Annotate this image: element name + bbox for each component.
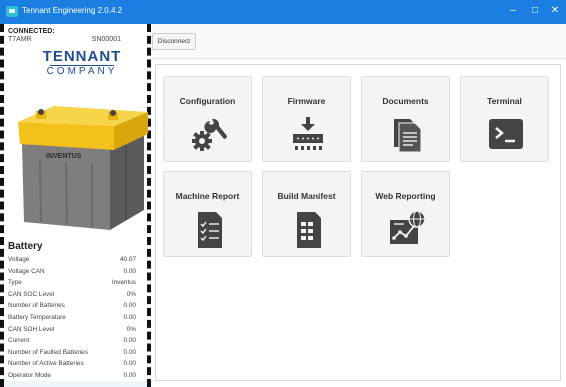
battery-row-number-of-batteries: Number of Batteries 0.00 xyxy=(8,300,136,312)
configuration-tile[interactable]: Configuration xyxy=(163,76,252,162)
title-bar: Tennant Engineering 2.0.4.2 – □ ✕ xyxy=(0,0,566,24)
toolbar xyxy=(151,24,566,59)
row-value: 0.00 xyxy=(123,313,136,321)
chip-download-icon xyxy=(293,117,323,150)
app-window: Tennant Engineering 2.0.4.2 – □ ✕ Discon… xyxy=(0,0,566,387)
tile-label: Firmware xyxy=(287,96,326,106)
battery-section-title: Battery xyxy=(8,241,43,252)
machine-serial: SN00001 xyxy=(91,36,121,43)
app-icon xyxy=(6,6,18,17)
battery-row-can-soh: CAN SOH Level 0% xyxy=(8,324,136,336)
tools-area: Configuration Firmware Documents Termina… xyxy=(155,64,561,381)
row-label: Number of Batteries xyxy=(8,302,65,310)
row-label: Current xyxy=(8,337,30,345)
checklist-icon xyxy=(198,212,222,248)
tile-label: Terminal xyxy=(487,96,522,106)
battery-row-can-soc: CAN SOC Level 0% xyxy=(8,289,136,301)
row-label: Battery Temperature xyxy=(8,313,66,321)
battery-row-current: Current 0.00 xyxy=(8,335,136,347)
documents-tile[interactable]: Documents xyxy=(361,76,450,162)
battery-row-operator-mode: Operator Mode 0.00 xyxy=(8,370,136,382)
tile-label: Machine Report xyxy=(175,191,240,201)
row-label: Voltage CAN xyxy=(8,267,45,275)
web-chart-icon xyxy=(390,210,426,244)
row-value: Inventus xyxy=(111,279,136,287)
battery-info-table: Voltage 40.07 Voltage CAN 0.00 Type Inve… xyxy=(8,254,136,382)
battery-row-voltage: Voltage 40.07 xyxy=(8,254,136,266)
battery-side-panel: CONNECTED: T7AMR SN00001 TENNANT COMPANY xyxy=(0,24,151,387)
disconnect-button[interactable]: Disconnect xyxy=(152,33,196,50)
row-value: 0% xyxy=(126,290,136,298)
terminal-tile[interactable]: Terminal xyxy=(460,76,549,162)
row-label: Number of Active Batteries xyxy=(8,360,84,368)
machine-model: T7AMR xyxy=(8,36,32,43)
row-label: CAN SOH Level xyxy=(8,325,55,333)
machine-report-tile[interactable]: Machine Report xyxy=(163,171,252,257)
tile-label: Configuration xyxy=(179,96,236,106)
tile-label: Documents xyxy=(382,96,429,106)
tile-label: Build Manifest xyxy=(277,191,336,201)
row-label: Number of Faulted Batteries xyxy=(8,348,88,356)
battery-brand-text: INVENTUS xyxy=(46,153,82,160)
panel-footer xyxy=(4,381,147,387)
terminal-icon xyxy=(489,119,523,149)
row-value: 0.00 xyxy=(123,302,136,310)
battery-image: INVENTUS xyxy=(18,106,148,230)
logo-text-primary: TENNANT xyxy=(42,48,122,65)
documents-icon xyxy=(394,119,422,153)
battery-row-temperature: Battery Temperature 0.00 xyxy=(8,312,136,324)
row-value: 0.00 xyxy=(123,348,136,356)
web-reporting-tile[interactable]: Web Reporting xyxy=(361,171,450,257)
window-title: Tennant Engineering 2.0.4.2 xyxy=(22,6,123,15)
row-value: 40.07 xyxy=(120,256,136,263)
battery-row-active-batteries: Number of Active Batteries 0.00 xyxy=(8,358,136,370)
battery-row-voltage-can: Voltage CAN 0.00 xyxy=(8,266,136,278)
row-value: 0.00 xyxy=(123,337,136,345)
battery-row-type: Type Inventus xyxy=(8,277,136,289)
manifest-icon xyxy=(297,212,321,248)
row-value: 0% xyxy=(126,325,136,333)
tile-label: Web Reporting xyxy=(375,191,436,201)
firmware-tile[interactable]: Firmware xyxy=(262,76,351,162)
row-label: Voltage xyxy=(8,256,30,263)
row-label: CAN SOC Level xyxy=(8,290,55,298)
row-label: Operator Mode xyxy=(8,371,51,379)
row-label: Type xyxy=(8,279,22,287)
row-value: 0.00 xyxy=(123,267,136,275)
row-value: 0.00 xyxy=(123,371,136,379)
row-value: 0.00 xyxy=(123,360,136,368)
build-manifest-tile[interactable]: Build Manifest xyxy=(262,171,351,257)
wrench-gear-icon xyxy=(192,118,227,151)
battery-row-faulted-batteries: Number of Faulted Batteries 0.00 xyxy=(8,347,136,359)
tennant-logo: TENNANT COMPANY xyxy=(40,48,124,82)
connection-status-label: CONNECTED: xyxy=(8,28,55,35)
logo-text-secondary: COMPANY xyxy=(46,66,118,77)
close-button[interactable]: ✕ xyxy=(544,0,566,24)
